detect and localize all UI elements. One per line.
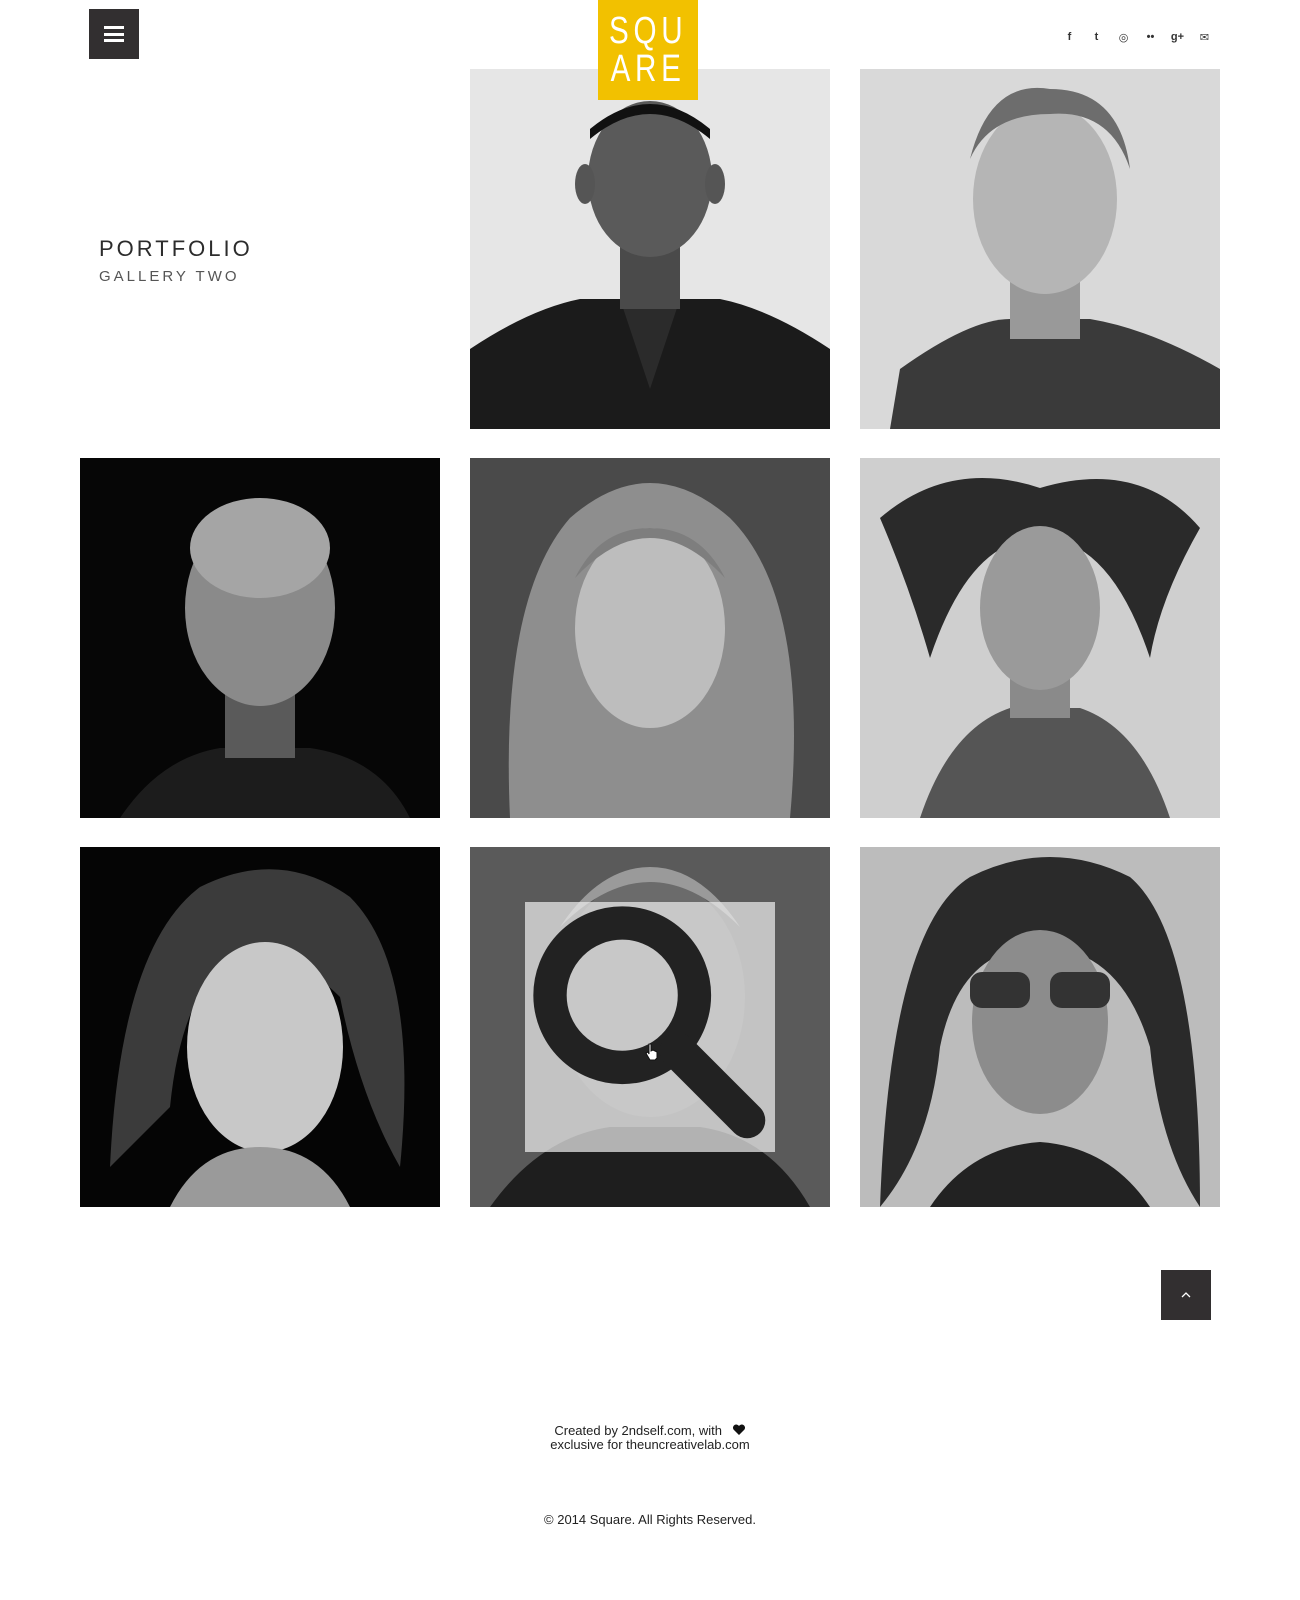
- hamburger-menu-icon: [104, 26, 124, 42]
- portrait-3-image: [80, 458, 440, 818]
- hamburger-menu-button[interactable]: [89, 9, 139, 59]
- gallery-item-portrait-5[interactable]: [860, 458, 1220, 818]
- portrait-2-image: [860, 69, 1220, 429]
- site-logo[interactable]: SQU ARE: [598, 0, 698, 100]
- search-icon: [533, 906, 766, 1139]
- footer-credit: Created by 2ndself.com, with exclusive f…: [0, 1424, 1300, 1452]
- instagram-icon[interactable]: ◎: [1110, 30, 1137, 44]
- gallery-item-portrait-8[interactable]: [860, 847, 1220, 1207]
- social-links: f t ◎ •• g+ ✉: [1056, 30, 1218, 44]
- credit-line-2: exclusive for theuncreativelab.com: [550, 1437, 750, 1452]
- google-plus-icon[interactable]: g+: [1164, 30, 1191, 44]
- logo-line-1: SQU: [608, 10, 688, 52]
- heart-icon: [732, 1424, 745, 1435]
- portrait-6-image: [80, 847, 440, 1207]
- page-title: PORTFOLIO: [99, 236, 253, 261]
- gallery-item-portrait-6[interactable]: [80, 847, 440, 1207]
- twitter-icon[interactable]: t: [1083, 30, 1110, 44]
- page-heading: PORTFOLIO GALLERY TWO: [99, 236, 253, 285]
- copyright-text: © 2014 Square. All Rights Reserved.: [544, 1512, 756, 1527]
- portrait-8-image: [860, 847, 1220, 1207]
- gallery-item-portrait-4[interactable]: [470, 458, 830, 818]
- gallery-item-portrait-7[interactable]: [470, 847, 830, 1207]
- portrait-1-image: [470, 69, 830, 429]
- chevron-up-icon: [1181, 1292, 1191, 1298]
- portrait-5-image: [860, 458, 1220, 818]
- email-icon[interactable]: ✉: [1191, 30, 1218, 44]
- gallery-item-portrait-2[interactable]: [860, 69, 1220, 429]
- logo-line-2: ARE: [610, 48, 686, 90]
- credit-line-1: Created by 2ndself.com, with: [554, 1423, 722, 1438]
- back-to-top-button[interactable]: [1161, 1270, 1211, 1320]
- gallery-item-portrait-1[interactable]: [470, 69, 830, 429]
- facebook-icon[interactable]: f: [1056, 30, 1083, 44]
- page-subtitle: GALLERY TWO: [99, 268, 240, 285]
- flickr-icon[interactable]: ••: [1137, 30, 1164, 44]
- zoom-overlay[interactable]: [525, 902, 775, 1152]
- pointer-cursor-icon: [645, 1043, 658, 1061]
- portrait-4-image: [470, 458, 830, 818]
- gallery-item-portrait-3[interactable]: [80, 458, 440, 818]
